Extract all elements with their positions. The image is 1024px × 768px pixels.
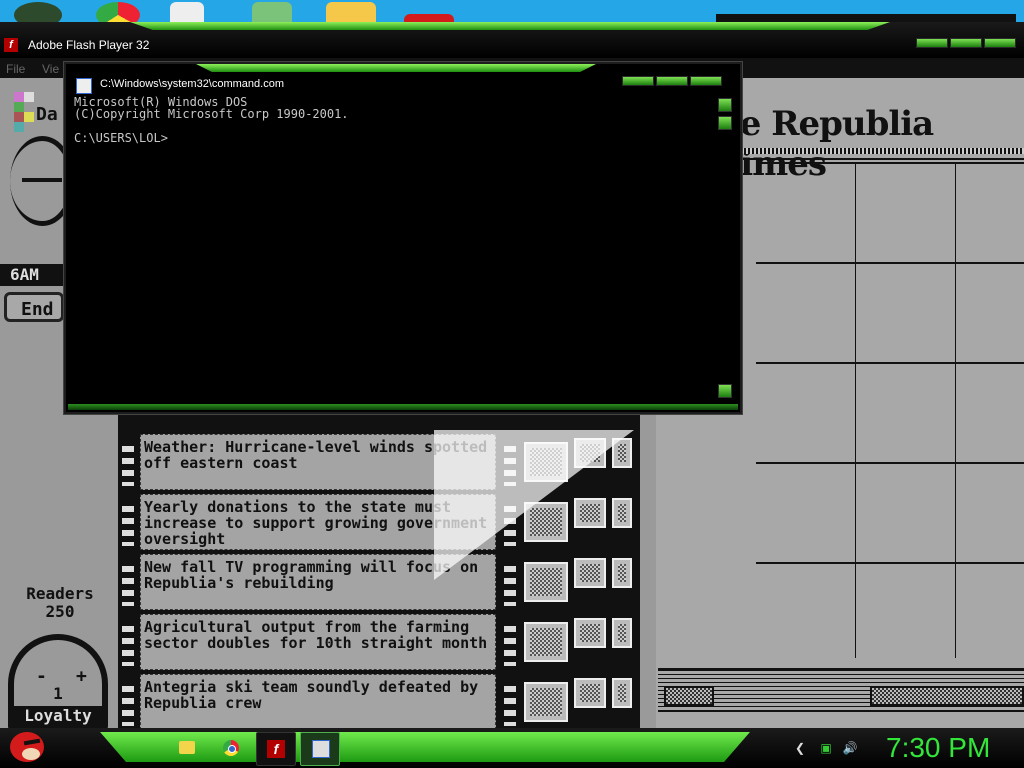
loyalty-gauge: - + 1 Loyalty [8,634,108,728]
story-row[interactable]: Yearly donations to the state must incre… [118,494,640,550]
layout-grid[interactable] [756,162,1024,658]
story-list: Weather: Hurricane-level winds spotted o… [118,374,640,728]
command-prompt-icon [76,78,92,94]
window-controls [916,38,1016,48]
network-icon[interactable]: ▣ [818,740,834,756]
clock-hand [22,178,62,182]
layout-small-button[interactable] [612,558,632,588]
layout-large-button[interactable] [524,562,568,602]
taskbar-explorer[interactable] [168,732,206,764]
minimize-button[interactable] [622,76,654,86]
scroll-down-button[interactable] [718,384,732,398]
layout-medium-button[interactable] [574,498,606,528]
minimize-button[interactable] [916,38,948,48]
cmd-titlebar[interactable]: C:\Windows\system32\command.com [66,72,740,96]
volume-icon[interactable]: 🔊 [842,740,858,756]
window-controls [622,76,722,86]
footer-box [870,686,1024,706]
layout-medium-button[interactable] [574,618,606,648]
console-line: (C)Copyright Microsoft Corp 1990-2001. [74,107,349,121]
command-prompt-window: C:\Windows\system32\command.com Microsof… [64,62,742,414]
readers-count: 250 [45,602,75,621]
layout-large-button[interactable] [524,502,568,542]
story-row[interactable]: Antegria ski team soundly defeated by Re… [118,674,640,728]
vertical-scrollbar[interactable] [718,98,732,400]
footer-box [664,686,714,706]
layout-options [524,498,636,546]
scroll-up-button[interactable] [718,98,732,112]
console-output[interactable]: Microsoft(R) Windows DOS (C)Copyright Mic… [74,96,720,398]
command-prompt-icon [312,740,330,758]
layout-large-button[interactable] [524,682,568,722]
layout-small-button[interactable] [612,678,632,708]
layout-small-button[interactable] [612,618,632,648]
window-title: Adobe Flash Player 32 [28,38,150,52]
layout-medium-button[interactable] [574,678,606,708]
flash-player-icon: f [4,38,18,52]
masthead-rule [736,148,1024,154]
flash-titlebar[interactable]: f Adobe Flash Player 32 [0,22,1024,58]
scroll-thumb[interactable] [718,116,732,130]
readers-label: Readers [26,584,94,603]
start-button[interactable] [6,728,46,768]
window-bottom-accent [68,404,738,410]
story-headline: Agricultural output from the farming sec… [140,614,496,670]
taskbar-flash-player[interactable]: f [256,732,296,766]
newspaper-footer [658,668,1024,712]
loyalty-label: Loyalty [24,706,92,725]
console-prompt: C:\USERS\LOL> [74,131,168,145]
story-row[interactable]: Agricultural output from the farming sec… [118,614,640,670]
window-title: C:\Windows\system32\command.com [100,78,284,90]
masthead-rule [736,158,1024,160]
taskbar-clock[interactable]: 7:30 PM [886,732,990,764]
menu-view[interactable]: Vie [42,62,59,76]
taskbar: f ❮ ▣ 🔊 7:30 PM [0,728,1024,768]
layout-options [524,678,636,726]
story-headline: Antegria ski team soundly defeated by Re… [140,674,496,728]
loyalty-value: 1 [53,684,63,703]
day-label: Da [36,104,58,125]
show-hidden-icons-button[interactable]: ❮ [792,740,808,756]
layout-options [524,618,636,666]
titlebar-accent [130,22,890,30]
taskbar-chrome[interactable] [212,732,250,764]
folder-icon [179,741,195,754]
story-row[interactable]: New fall TV programming will focus on Re… [118,554,640,610]
layout-options [524,558,636,606]
flash-player-icon: f [267,740,285,758]
layout-small-button[interactable] [612,498,632,528]
menu-file[interactable]: File [6,62,25,76]
layout-medium-button[interactable] [574,558,606,588]
maximize-button[interactable] [950,38,982,48]
taskbar-command-prompt[interactable] [300,732,340,766]
layout-large-button[interactable] [524,622,568,662]
time-label: 6AM [0,264,74,286]
close-button[interactable] [690,76,722,86]
loyalty-dial: - + 1 [14,640,102,706]
titlebar-accent [196,64,596,72]
maximize-button[interactable] [656,76,688,86]
end-day-button[interactable]: End [4,292,64,322]
close-button[interactable] [984,38,1016,48]
newspaper-masthead: he Republia Times [716,104,934,184]
